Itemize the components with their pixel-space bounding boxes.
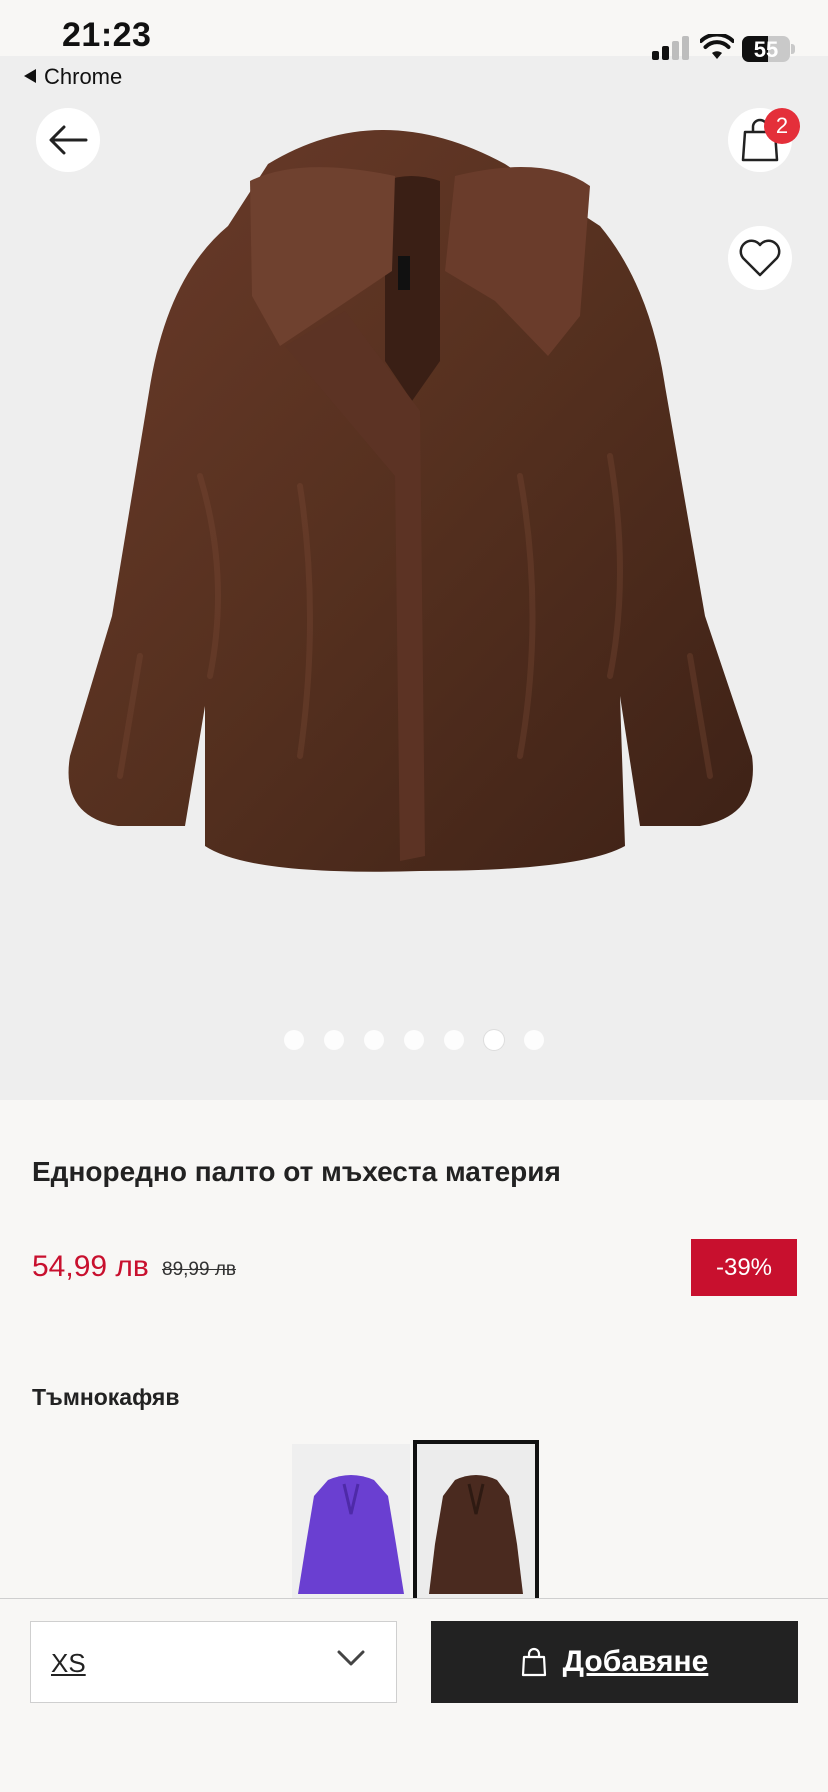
add-to-bag-button[interactable]: Добавяне bbox=[431, 1621, 798, 1703]
battery-level: 55 bbox=[753, 37, 779, 62]
product-title: Едноредно палто от мъхеста материя bbox=[32, 1156, 561, 1187]
product-image-gallery[interactable] bbox=[0, 56, 828, 1100]
gallery-dot[interactable] bbox=[484, 1030, 504, 1050]
heart-icon bbox=[739, 239, 781, 277]
gallery-dot[interactable] bbox=[444, 1030, 464, 1050]
bottom-action-bar: XS Добавяне bbox=[0, 1598, 828, 1792]
gallery-dot[interactable] bbox=[284, 1030, 304, 1050]
back-triangle-icon bbox=[24, 69, 36, 83]
battery-icon: 55 bbox=[742, 36, 790, 62]
purple-coat-thumbnail bbox=[298, 1475, 404, 1594]
coat-image bbox=[68, 130, 753, 872]
color-swatch-purple[interactable] bbox=[292, 1444, 410, 1598]
status-time: 21:23 bbox=[62, 16, 152, 54]
status-bar: 21:23 55 bbox=[0, 0, 828, 62]
add-to-bag-label: Добавяне bbox=[562, 1645, 709, 1678]
gallery-pagination[interactable] bbox=[0, 1030, 828, 1050]
arrow-left-icon bbox=[49, 125, 88, 155]
chevron-down-icon bbox=[337, 1650, 365, 1666]
back-button[interactable] bbox=[36, 108, 100, 172]
selected-color-name: Тъмнокафяв bbox=[32, 1384, 180, 1410]
discount-badge: -39% bbox=[691, 1239, 797, 1296]
cellular-signal-icon bbox=[652, 32, 690, 60]
back-to-chrome-link[interactable]: Chrome bbox=[24, 64, 122, 90]
gallery-dot[interactable] bbox=[524, 1030, 544, 1050]
bag-icon bbox=[521, 1647, 546, 1677]
back-to-chrome-label: Chrome bbox=[44, 64, 123, 89]
brown-coat-thumbnail bbox=[417, 1444, 535, 1598]
gallery-dot[interactable] bbox=[364, 1030, 384, 1050]
favorite-button[interactable] bbox=[728, 226, 792, 290]
gallery-dot[interactable] bbox=[404, 1030, 424, 1050]
size-select-value: XS bbox=[51, 1648, 86, 1678]
cart-count-badge: 2 bbox=[764, 108, 800, 144]
gallery-dot[interactable] bbox=[324, 1030, 344, 1050]
size-select[interactable]: XS bbox=[30, 1621, 397, 1703]
color-swatch-dark-brown[interactable] bbox=[413, 1440, 539, 1602]
wifi-icon bbox=[700, 34, 734, 59]
original-price: 89,99 лв bbox=[162, 1259, 237, 1280]
sale-price: 54,99 лв bbox=[32, 1250, 149, 1283]
